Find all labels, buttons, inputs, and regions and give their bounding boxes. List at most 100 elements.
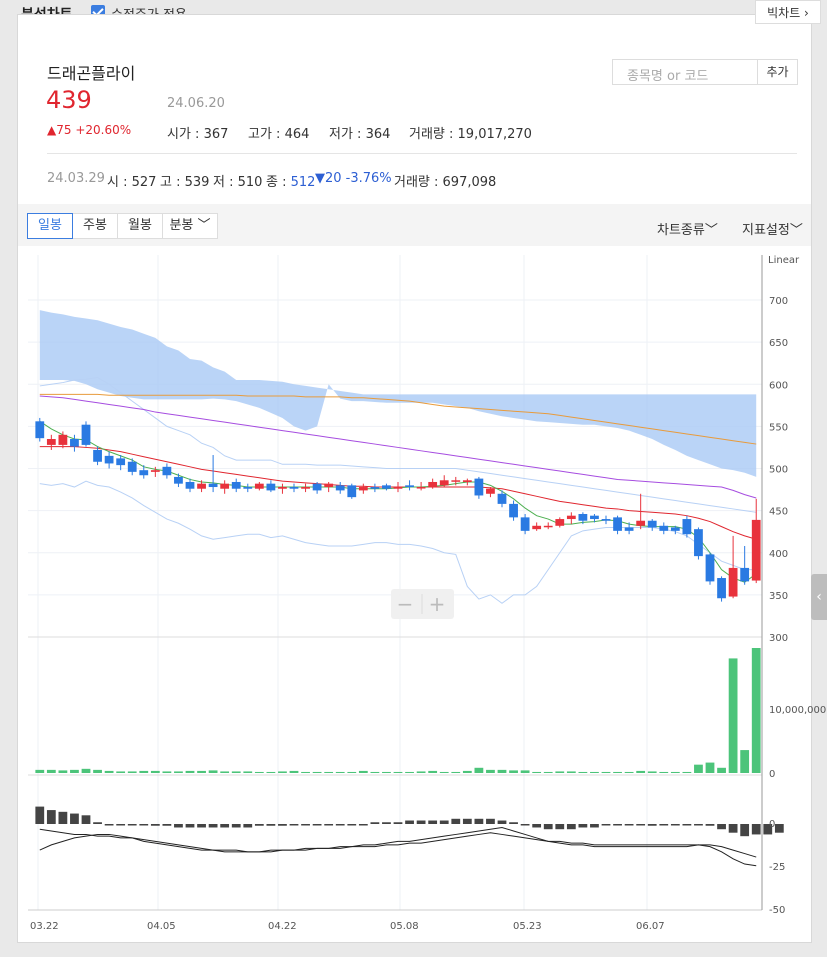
scale-label: Linear	[768, 255, 800, 266]
candle	[601, 515, 611, 525]
macd-histogram-bar	[439, 820, 449, 824]
zoom-out-button[interactable]: −	[397, 592, 414, 616]
candle	[266, 480, 276, 493]
bollinger-lower-line	[39, 480, 757, 604]
volume-bar	[486, 769, 495, 773]
volume-bar	[104, 770, 114, 773]
candle-body	[694, 529, 703, 557]
candle-body	[347, 485, 357, 498]
candle	[439, 475, 449, 488]
macd-signal-line	[39, 828, 757, 858]
macd-histogram-bar	[93, 822, 102, 824]
macd-histogram-bar	[162, 824, 172, 826]
macd-histogram-bar	[312, 824, 322, 826]
macd-histogram-bar	[231, 824, 241, 828]
volume-bar	[393, 771, 403, 773]
macd-histogram-bar	[532, 824, 542, 828]
candle-body	[566, 515, 576, 520]
volume-bar	[116, 771, 126, 773]
macd-histogram-bar	[555, 824, 565, 830]
volume-bar	[324, 771, 334, 773]
candle-body	[601, 519, 611, 521]
macd-histogram-bar	[601, 824, 611, 826]
volume-bar	[243, 771, 253, 773]
macd-histogram-bar	[208, 824, 218, 828]
y-tick-label: 700	[769, 296, 788, 307]
macd-tick-label: -50	[769, 905, 785, 916]
candle	[566, 512, 576, 525]
candle-body	[382, 485, 391, 489]
candle	[127, 458, 137, 476]
candle-body	[197, 483, 206, 489]
x-tick-label: 04.22	[268, 921, 297, 932]
candle	[694, 527, 703, 560]
volume-bar	[58, 770, 68, 773]
candle-body	[647, 520, 657, 528]
volume-bar	[312, 771, 322, 773]
candle	[705, 552, 715, 585]
side-panel-toggle[interactable]: ‹	[811, 574, 827, 620]
volume-tick-label: 10,000,000	[769, 705, 826, 716]
volume-bar	[705, 762, 715, 773]
volume-bar	[185, 770, 195, 773]
volume-bar	[566, 771, 576, 773]
candle	[347, 483, 357, 499]
macd-histogram-bar	[694, 824, 703, 826]
volume-bar	[543, 771, 553, 773]
tab-daily[interactable]: 일봉	[27, 213, 73, 239]
candle-body	[416, 487, 426, 489]
candle	[659, 522, 669, 535]
macd-histogram-bar	[405, 820, 414, 824]
macd-histogram-bar	[46, 810, 56, 824]
volume-bar	[474, 767, 484, 773]
volume-bar	[532, 771, 542, 773]
candle-body	[324, 483, 334, 488]
candle-body	[717, 578, 726, 599]
macd-histogram-bar	[509, 822, 518, 824]
candle-body	[532, 525, 542, 530]
candle	[462, 478, 472, 486]
volume-bar	[358, 770, 368, 773]
volume-bar	[636, 770, 646, 773]
macd-histogram-bar	[566, 824, 576, 830]
zoom-in-button[interactable]: +	[429, 592, 446, 616]
candle	[208, 455, 218, 493]
macd-histogram-bar	[278, 824, 287, 826]
candle	[543, 522, 553, 530]
candle-body	[613, 517, 622, 531]
volume-bar	[624, 771, 634, 773]
candle-body	[231, 481, 241, 489]
macd-histogram-bar	[116, 824, 126, 826]
volume-bar	[740, 750, 750, 773]
volume-bar	[613, 771, 622, 773]
macd-histogram-bar	[35, 806, 45, 824]
macd-histogram-bar	[543, 824, 553, 830]
volume-bar	[520, 770, 530, 773]
candle-body	[682, 519, 692, 535]
macd-histogram-bar	[358, 824, 368, 826]
candle-body	[116, 458, 126, 466]
macd-tick-label: 0	[769, 819, 775, 830]
volume-bar	[254, 771, 264, 773]
volume-bar	[694, 764, 703, 773]
y-tick-label: 400	[769, 549, 788, 560]
candle	[382, 483, 391, 491]
macd-histogram-bar	[370, 822, 380, 824]
macd-histogram-bar	[590, 824, 599, 828]
volume-bar	[46, 769, 56, 773]
candle-body	[670, 527, 680, 531]
volume-bar	[289, 770, 299, 773]
candle-body	[139, 470, 149, 476]
candle	[278, 483, 287, 494]
macd-histogram-bar	[393, 822, 403, 824]
candle	[174, 473, 183, 488]
candle-body	[266, 483, 276, 491]
candle	[81, 421, 91, 447]
candle	[728, 535, 738, 599]
candle	[324, 481, 334, 493]
stock-chart[interactable]: Linear 700 650 600 550 500 450 400 350 300 − +10,00…	[0, 0, 827, 957]
macd-histogram-bar	[70, 813, 79, 824]
candle-body	[474, 478, 484, 496]
macd-histogram-bar	[243, 824, 253, 828]
candle	[231, 478, 241, 493]
